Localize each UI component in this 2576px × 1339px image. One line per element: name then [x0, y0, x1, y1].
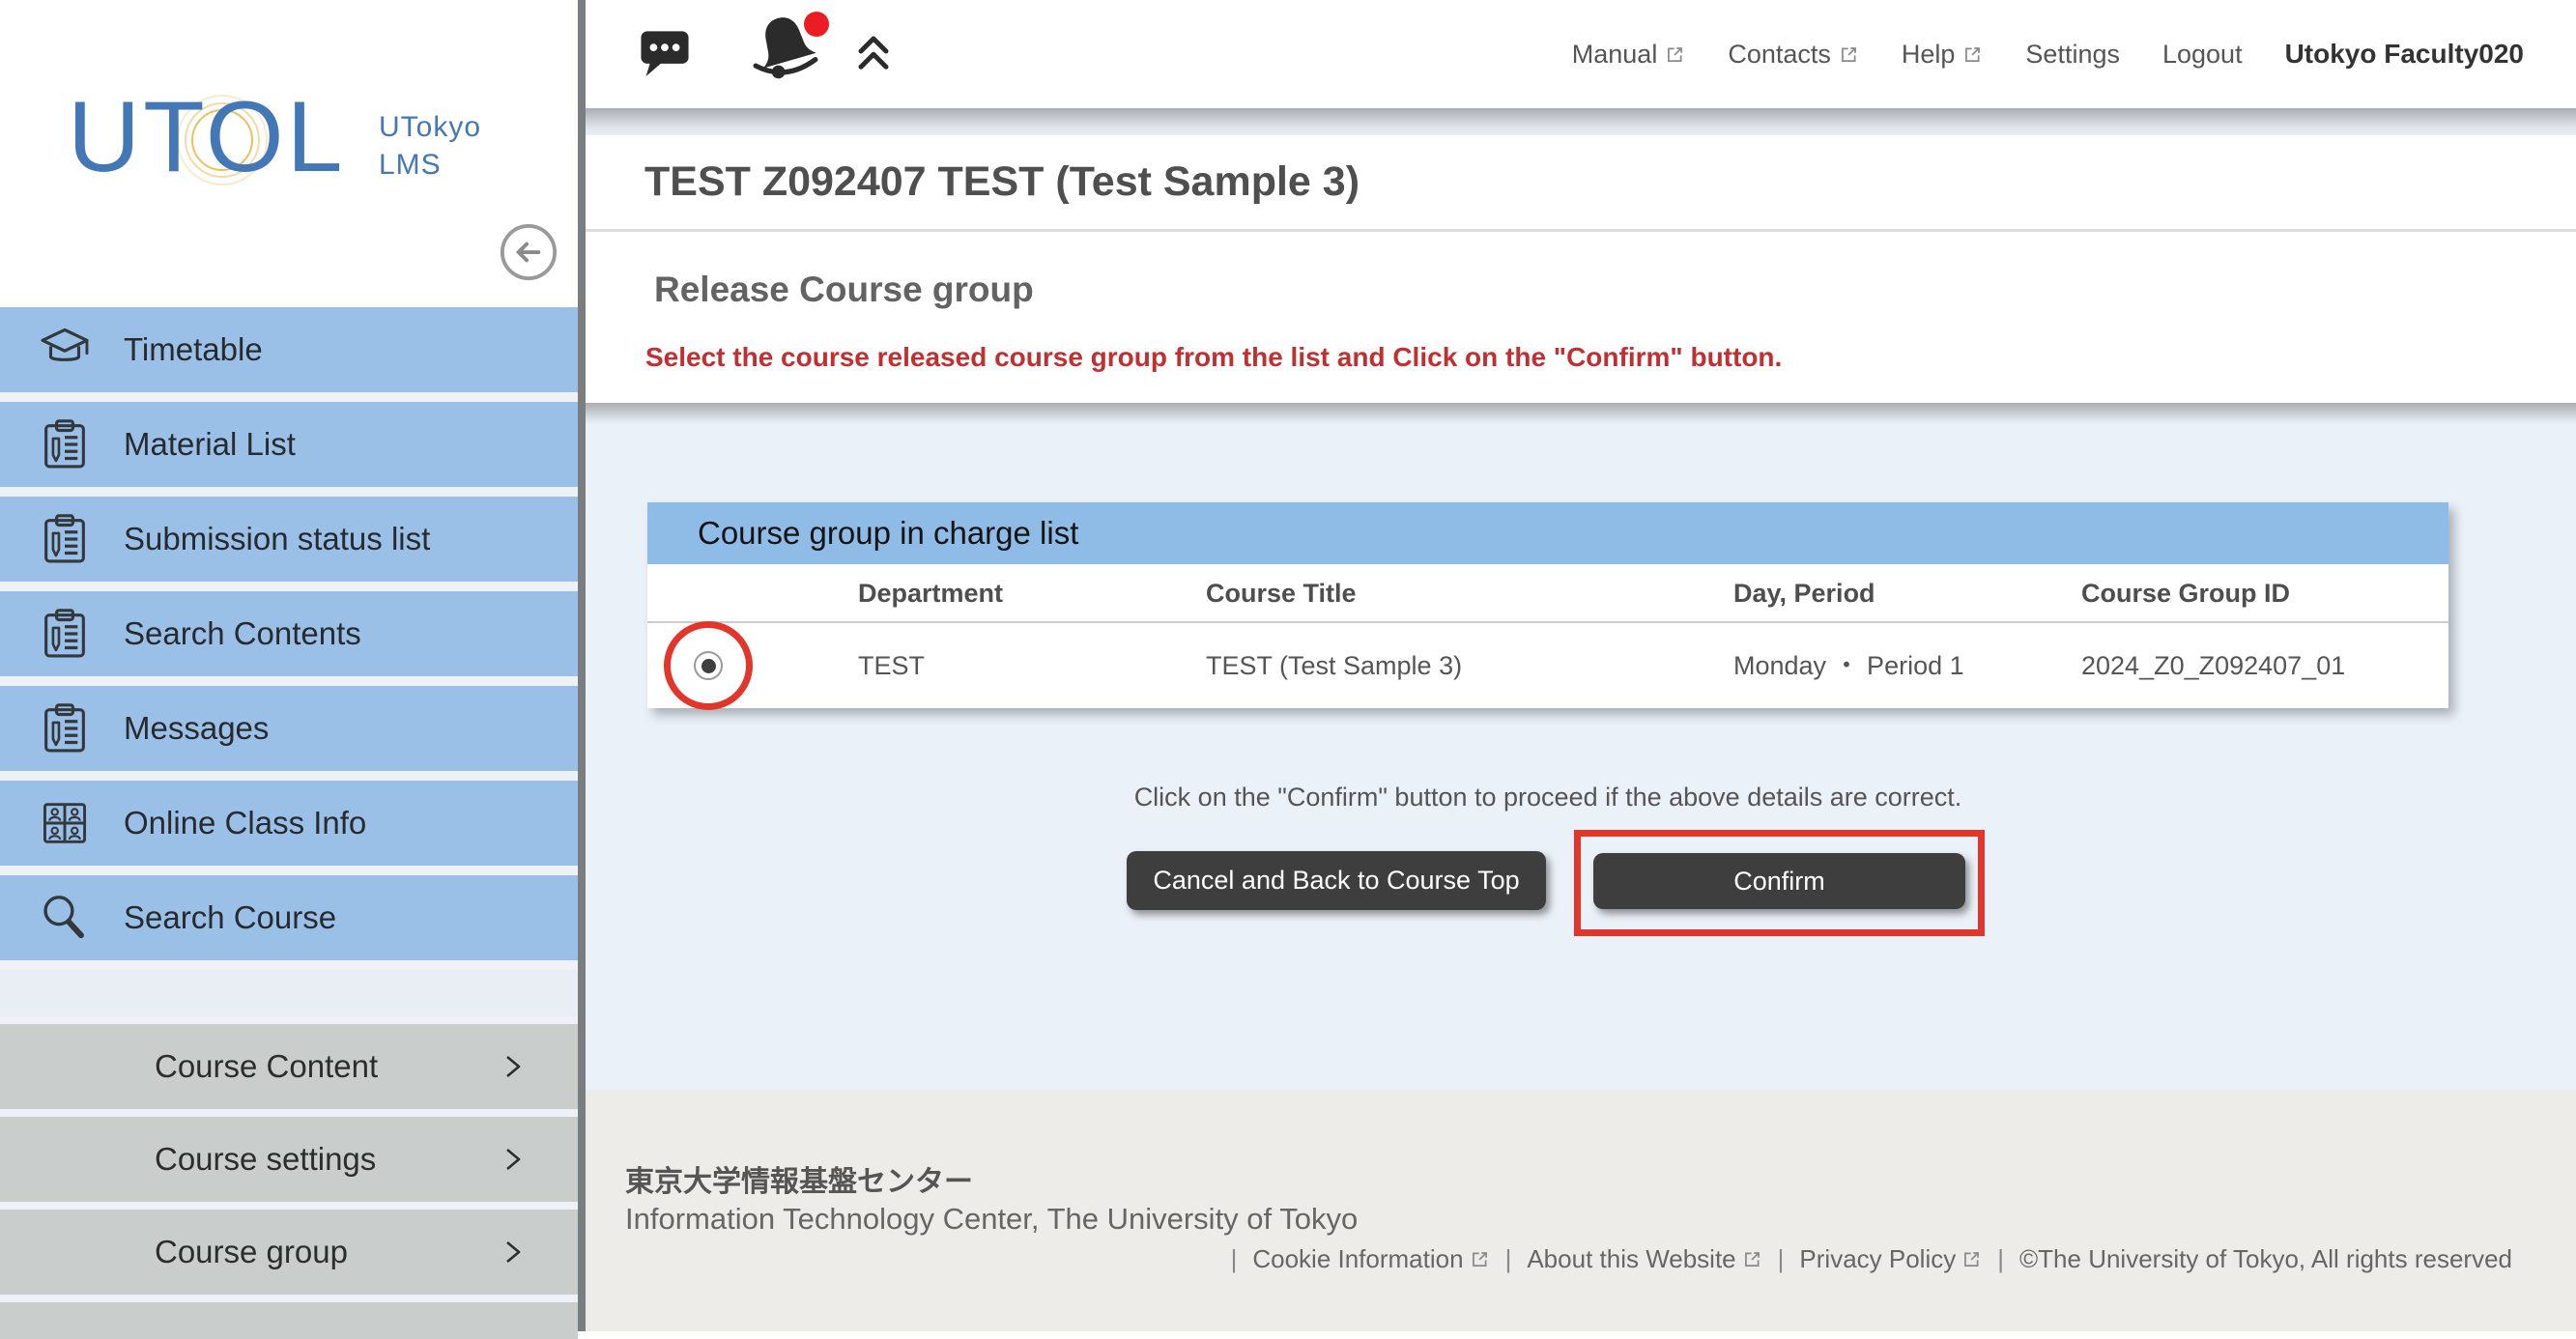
clipboard-icon	[37, 700, 93, 756]
sidebar-item-course-settings[interactable]: Course settings	[0, 1117, 578, 1202]
table-row: TEST TEST (Test Sample 3) Monday ・ Perio…	[647, 623, 2448, 708]
external-link-icon	[1839, 44, 1859, 65]
sidebar-item-messages[interactable]: Messages	[0, 686, 578, 771]
manual-link[interactable]: Manual	[1572, 40, 1686, 70]
clipboard-icon	[37, 416, 93, 472]
course-group-table: Course group in charge list Department C…	[647, 502, 2448, 708]
utol-logo: UTOL	[68, 80, 346, 195]
col-course-group-id: Course Group ID	[2081, 564, 2290, 623]
cell-course-title: TEST (Test Sample 3)	[1206, 623, 1462, 708]
search-icon	[37, 890, 93, 946]
sidebar-item-course-content[interactable]: Course Content	[0, 1024, 578, 1109]
sidebar-item-online-class-info[interactable]: Online Class Info	[0, 781, 578, 866]
settings-link[interactable]: Settings	[2025, 40, 2120, 70]
chevron-right-icon	[500, 1239, 525, 1265]
section-divider	[586, 229, 2576, 232]
content-area: Course group in charge list Department C…	[586, 425, 2576, 1090]
confirm-button[interactable]: Confirm	[1593, 853, 1965, 909]
copyright-text: ©The University of Tokyo, All rights res…	[2019, 1244, 2512, 1274]
course-page-title: TEST Z092407 TEST (Test Sample 3)	[644, 158, 1360, 206]
chat-icon[interactable]	[635, 21, 695, 81]
graduation-cap-icon	[37, 322, 93, 378]
logo-area: UTOL UTokyo LMS	[0, 0, 578, 307]
col-department: Department	[858, 564, 1003, 623]
external-link-icon	[1742, 1249, 1762, 1269]
main-area: Manual Contacts Help Settings Logout U	[586, 0, 2576, 1331]
sidebar-item-course-group[interactable]: Course group	[0, 1210, 578, 1295]
confirm-note: Click on the "Confirm" button to proceed…	[647, 783, 2448, 812]
privacy-policy-link[interactable]: Privacy Policy	[1799, 1244, 1982, 1274]
cell-course-group-id: 2024_Z0_Z092407_01	[2081, 623, 2345, 708]
about-this-website-link[interactable]: About this Website	[1527, 1244, 1761, 1274]
back-arrow-icon	[499, 222, 558, 282]
cookie-information-link[interactable]: Cookie Information	[1252, 1244, 1489, 1274]
external-link-icon	[1961, 1249, 1982, 1269]
footer-org-en: Information Technology Center, The Unive…	[625, 1202, 1358, 1237]
course-group-radio[interactable]	[694, 651, 723, 680]
header-shadow-strip	[586, 108, 2576, 135]
logo-tagline: UTokyo LMS	[379, 108, 481, 184]
sidebar-divider	[578, 0, 586, 1331]
sidebar-gap	[0, 970, 578, 1016]
release-course-group-title: Release Course group	[654, 270, 1034, 310]
sidebar-item-submission-status-list[interactable]: Submission status list	[0, 497, 578, 582]
sidebar-item-timetable[interactable]: Timetable	[0, 307, 578, 392]
content-shadow-strip	[586, 403, 2576, 425]
top-header: Manual Contacts Help Settings Logout U	[586, 0, 2576, 108]
sidebar: UTOL UTokyo LMS Timetable Material List …	[0, 0, 578, 1331]
sidebar-item-search-contents[interactable]: Search Contents	[0, 591, 578, 676]
sidebar-item-partial	[0, 1302, 578, 1339]
sidebar-item-search-course[interactable]: Search Course	[0, 875, 578, 960]
utol-lms-page: UTOL UTokyo LMS Timetable Material List …	[0, 0, 2576, 1331]
col-day-period: Day, Period	[1733, 564, 1875, 623]
double-chevron-up-icon[interactable]	[848, 23, 899, 79]
sidebar-collapse-button[interactable]	[499, 222, 558, 282]
clipboard-icon	[37, 511, 93, 567]
cell-day-period: Monday ・ Period 1	[1733, 623, 1964, 708]
sidebar-item-material-list[interactable]: Material List	[0, 402, 578, 487]
clipboard-icon	[37, 606, 93, 662]
help-link[interactable]: Help	[1902, 40, 1984, 70]
logout-link[interactable]: Logout	[2162, 40, 2243, 70]
chevron-right-icon	[500, 1147, 525, 1172]
footer-links: | Cookie Information | About this Websit…	[1231, 1244, 2512, 1274]
user-name: Utokyo Faculty020	[2285, 39, 2524, 70]
external-link-icon	[1962, 44, 1983, 65]
footer-org-jp: 東京大学情報基盤センター	[625, 1157, 973, 1200]
header-links: Manual Contacts Help Settings Logout U	[1572, 0, 2576, 108]
cell-department: TEST	[858, 623, 925, 708]
chevron-right-icon	[500, 1054, 525, 1079]
col-course-title: Course Title	[1206, 564, 1357, 623]
instruction-text: Select the course released course group …	[645, 342, 1782, 373]
table-header-row: Department Course Title Day, Period Cour…	[647, 564, 2448, 623]
notification-badge	[804, 12, 829, 37]
cancel-button[interactable]: Cancel and Back to Course Top	[1127, 851, 1546, 910]
people-grid-icon	[37, 795, 93, 851]
external-link-icon	[1665, 44, 1685, 65]
title-section: TEST Z092407 TEST (Test Sample 3) Releas…	[586, 135, 2576, 403]
footer: 東京大学情報基盤センター Information Technology Cent…	[586, 1090, 2576, 1331]
external-link-icon	[1470, 1249, 1490, 1269]
contacts-link[interactable]: Contacts	[1728, 40, 1859, 70]
table-title: Course group in charge list	[647, 502, 2448, 564]
sidebar-nav: Timetable Material List Submission statu…	[0, 307, 578, 1339]
